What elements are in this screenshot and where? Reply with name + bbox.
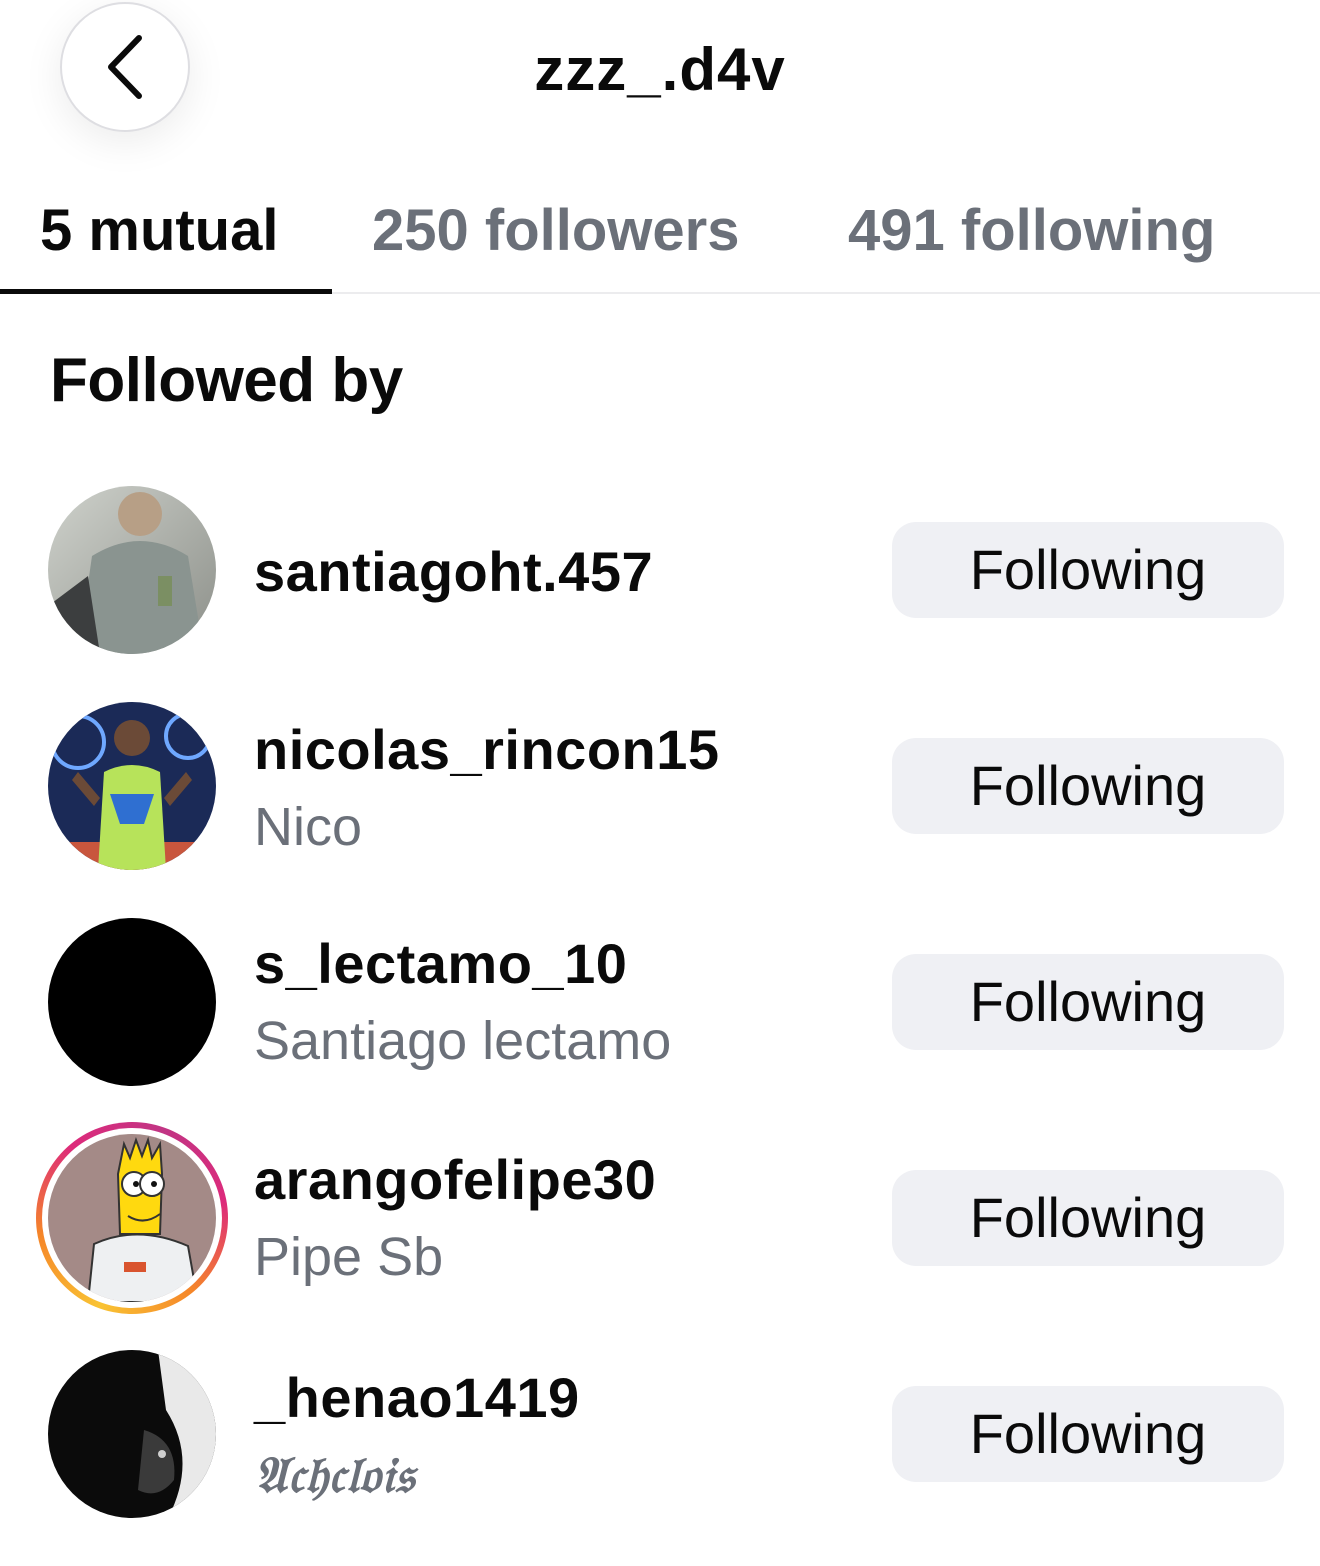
profile-photo [48,1350,216,1518]
full-name: Pipe Sb [254,1227,444,1287]
avatar[interactable] [48,486,216,654]
list-item[interactable]: santiagoht.457 Following [0,486,1320,702]
following-button[interactable]: Following [892,1386,1284,1482]
section-title: Followed by [50,346,403,415]
list-item[interactable]: _henao1419 𝔄𝔠𝔥𝔠𝔩𝔬𝔦𝔰 Following [0,1350,1320,1566]
username[interactable]: _henao1419 [254,1366,580,1430]
tab-following[interactable]: 491 following [848,198,1215,264]
profile-photo [48,702,216,870]
story-ring[interactable] [36,1122,228,1314]
follow-tabs: 5 mutual 250 followers 491 following [0,180,1320,294]
tab-followers[interactable]: 250 followers [372,198,739,264]
list-item[interactable]: arangofelipe30 Pipe Sb Following [0,1122,1320,1350]
top-bar: zzz_.d4v [0,0,1320,140]
avatar[interactable] [48,702,216,870]
username[interactable]: arangofelipe30 [254,1148,656,1212]
avatar[interactable] [48,918,216,1086]
list-item[interactable]: nicolas_rincon15 Nico Following [0,702,1320,918]
full-name: Nico [254,797,363,857]
avatar[interactable] [48,1134,216,1302]
profile-username-title: zzz_.d4v [534,36,786,103]
profile-photo [48,1134,216,1302]
profile-photo [48,486,216,654]
avatar[interactable] [48,1350,216,1518]
following-button[interactable]: Following [892,954,1284,1050]
username[interactable]: nicolas_rincon15 [254,718,720,782]
username[interactable]: s_lectamo_10 [254,932,627,996]
following-button[interactable]: Following [892,522,1284,618]
following-button[interactable]: Following [892,1170,1284,1266]
active-tab-indicator [0,289,332,294]
full-name: Santiago lectamo [254,1011,672,1071]
tab-mutual[interactable]: 5 mutual [40,198,279,264]
full-name: 𝔄𝔠𝔥𝔠𝔩𝔬𝔦𝔰 [254,1445,415,1504]
list-item[interactable]: s_lectamo_10 Santiago lectamo Following [0,918,1320,1134]
following-button[interactable]: Following [892,738,1284,834]
username[interactable]: santiagoht.457 [254,540,653,604]
